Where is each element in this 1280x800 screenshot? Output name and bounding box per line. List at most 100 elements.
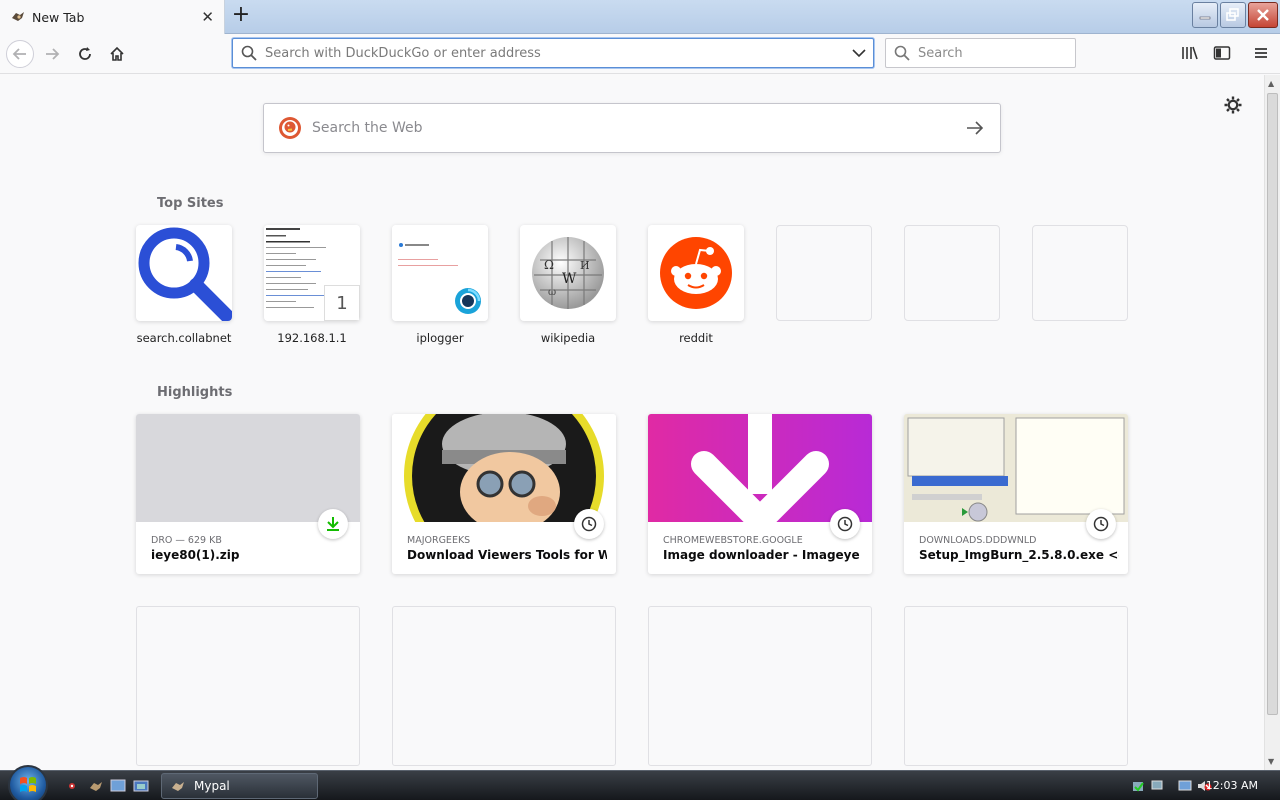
top-site-label: search.collabnet [136,331,232,345]
top-site-tile: Ω W И ω [520,225,616,321]
top-site-empty[interactable] [1032,225,1128,321]
library-button[interactable] [1179,42,1201,64]
navigation-toolbar [0,34,1280,74]
search-input[interactable] [918,45,1068,61]
top-site-empty[interactable] [776,225,872,321]
magnifier-icon [138,227,232,321]
chevron-down-icon [852,49,866,58]
top-site-reddit[interactable]: reddit [648,225,744,345]
web-search-box[interactable] [263,103,1001,153]
highlight-thumbnail [648,414,872,522]
tray-safely-remove-icon[interactable] [1131,779,1147,793]
sidebar-button[interactable] [1211,42,1233,64]
history-icon [1093,516,1109,532]
top-site-empty[interactable] [904,225,1000,321]
iplogger-logo-icon [450,283,486,319]
new-tab-button[interactable]: + [230,4,252,27]
top-site-192-168-1-1[interactable]: 1 192.168.1.1 [264,225,360,345]
tray-monitor-icon[interactable] [1178,779,1194,793]
top-site-tile: 1 [264,225,360,321]
forward-button[interactable] [38,40,66,68]
empty-tile [904,225,1000,321]
history-badge [1086,509,1116,539]
taskbar-app-mypal[interactable]: Mypal [161,773,318,799]
windows-logo-icon [20,777,36,792]
empty-tile [1032,225,1128,321]
home-icon [110,46,124,61]
minimize-icon [1199,16,1211,20]
search-icon [894,45,910,61]
highlight-title: Image downloader - Imageye - C... [663,548,863,562]
url-dropdown-button[interactable] [845,39,873,67]
top-site-label: wikipedia [540,331,596,345]
page-scrollbar[interactable]: ▲ ▼ [1264,75,1280,770]
top-sites-heading: Top Sites [157,196,224,211]
reload-button[interactable] [71,40,99,68]
top-site-label: iplogger [416,331,464,345]
download-badge [318,509,348,539]
scroll-down-icon[interactable]: ▼ [1268,757,1274,766]
url-bar[interactable] [232,38,874,68]
tray-network-icon[interactable] [1150,779,1166,793]
home-button[interactable] [103,40,131,68]
search-bar[interactable] [885,38,1076,68]
highlight-thumbnail [392,414,616,522]
scrollbar-thumb[interactable] [1267,93,1278,715]
highlight-card-download[interactable]: DRO — 629 KB ieye80(1).zip [136,414,360,574]
top-site-iplogger[interactable]: iplogger [392,225,488,345]
back-button[interactable] [6,40,34,68]
top-site-search-collabnet[interactable]: search.collabnet [136,225,232,345]
top-site-tile [648,225,744,321]
back-arrow-icon [12,48,26,60]
history-icon [837,516,853,532]
quick-launch-mypal-icon[interactable] [88,779,104,793]
reddit-alien-icon [660,237,732,309]
highlight-card-imageye[interactable]: CHROMEWEBSTORE.GOOGLE Image downloader -… [648,414,872,574]
majorgeeks-mascot-image [404,414,604,522]
svg-text:И: И [580,259,590,272]
top-site-label: reddit [679,331,713,345]
top-site-wikipedia[interactable]: Ω W И ω wikipedia [520,225,616,345]
taskbar-clock[interactable]: 12:03 AM [1206,779,1258,792]
quick-launch-eye-icon[interactable] [66,779,82,793]
url-input[interactable] [265,45,845,61]
forward-arrow-icon [46,48,60,60]
history-icon [581,516,597,532]
tab-close-icon[interactable]: ✕ [201,8,214,26]
windows-taskbar: Mypal 12:03 AM [0,765,1280,800]
new-tab-page: Top Sites search.collabnet [0,75,1264,770]
web-search-submit-button[interactable] [950,104,1000,152]
gear-icon[interactable] [1223,95,1243,115]
highlight-thumbnail [904,414,1128,522]
restore-button[interactable] [1220,2,1246,28]
quick-launch-desktop-icon[interactable] [110,779,126,793]
highlight-title: Download Viewers Tools for Win... [407,548,607,562]
highlight-card-imgburn[interactable]: DOWNLOADS.DDDWNLD Setup_ImgBurn_2.5.8.0.… [904,414,1128,574]
highlight-source: DOWNLOADS.DDDWNLD [919,535,1037,546]
svg-text:W: W [562,271,577,287]
restore-icon [1226,8,1239,21]
menu-button[interactable] [1250,42,1272,64]
scroll-up-icon[interactable]: ▲ [1268,79,1274,88]
highlight-placeholder [392,606,616,766]
highlight-placeholder [648,606,872,766]
arrow-right-icon [967,121,984,135]
highlight-source: MAJORGEEKS [407,535,471,546]
highlight-placeholder [904,606,1128,766]
tab-title: New Tab [32,9,85,25]
tab-new-tab[interactable]: New Tab ✕ [0,0,225,34]
library-icon [1182,46,1198,60]
minimize-button[interactable] [1192,2,1218,28]
highlights-heading: Highlights [157,385,233,400]
quick-launch-switch-windows-icon[interactable] [133,779,149,793]
svg-text:Ω: Ω [544,258,554,272]
tab-strip: New Tab ✕ + [0,0,1280,34]
close-window-button[interactable] [1248,2,1278,28]
web-search-input[interactable] [312,120,950,136]
start-button[interactable] [8,765,48,800]
highlight-card-majorgeeks[interactable]: MAJORGEEKS Download Viewers Tools for Wi… [392,414,616,574]
highlight-title: Setup_ImgBurn_2.5.8.0.exe <- I... [919,548,1119,562]
site-number-badge: 1 [324,285,360,321]
highlight-source: CHROMEWEBSTORE.GOOGLE [663,535,803,546]
wikipedia-globe-icon: Ω W И ω [532,237,604,309]
